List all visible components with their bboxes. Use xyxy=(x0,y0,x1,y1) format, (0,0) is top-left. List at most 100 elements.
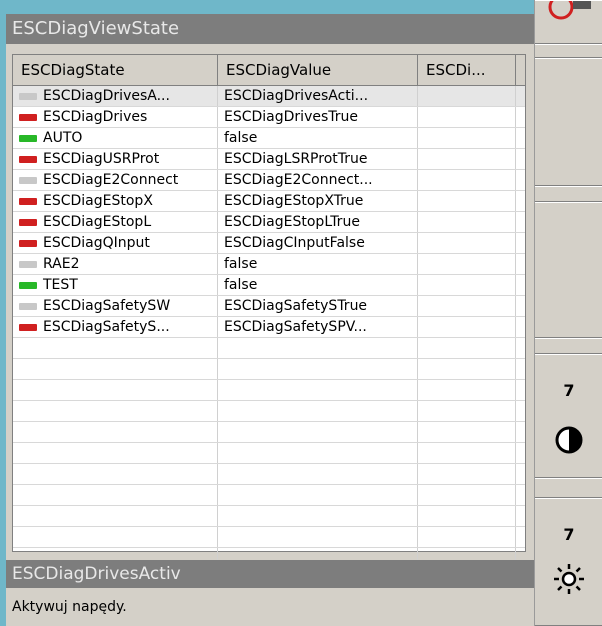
window-top-strip xyxy=(6,0,534,14)
side-button-blank-3[interactable] xyxy=(535,186,602,202)
state-label: ESCDiagDrivesA... xyxy=(43,88,170,104)
state-cell xyxy=(13,443,218,463)
table-row[interactable]: ESCDiagDrivesA... ESCDiagDrivesActi... xyxy=(13,86,525,107)
state-cell: ESCDiagEStopX xyxy=(13,191,218,211)
extra-cell xyxy=(418,359,516,379)
extra-cell xyxy=(418,149,516,169)
table-row[interactable]: RAE2 false xyxy=(13,254,525,275)
value-cell: ESCDiagSafetySPV... xyxy=(218,317,418,337)
extra-cell xyxy=(418,401,516,421)
state-cell xyxy=(13,338,218,358)
state-cell: TEST xyxy=(13,275,218,295)
state-label: ESCDiagSafetySW xyxy=(43,298,171,314)
contrast-icon xyxy=(555,426,583,454)
value-cell xyxy=(218,464,418,484)
table-body: ESCDiagDrivesA... ESCDiagDrivesActi... ESC… xyxy=(13,86,525,569)
value-cell: ESCDiagEStopXTrue xyxy=(218,191,418,211)
column-header-state[interactable]: ESCDiagState xyxy=(13,55,218,85)
extra-cell xyxy=(418,128,516,148)
status-lamp-icon xyxy=(19,260,37,268)
value-cell: ESCDiagSafetySTrue xyxy=(218,296,418,316)
empty-table-row[interactable] xyxy=(13,527,525,548)
window-border xyxy=(0,0,6,626)
alarm-button[interactable] xyxy=(535,0,602,44)
state-cell xyxy=(13,485,218,505)
extra-cell xyxy=(418,317,516,337)
value-cell xyxy=(218,527,418,547)
status-lamp-icon xyxy=(19,197,37,205)
empty-table-row[interactable] xyxy=(13,443,525,464)
value-cell: ESCDiagE2Connect... xyxy=(218,170,418,190)
table-row[interactable]: ESCDiagEStopX ESCDiagEStopXTrue xyxy=(13,191,525,212)
state-cell: RAE2 xyxy=(13,254,218,274)
column-header-extra[interactable]: ESCDi... xyxy=(418,55,516,85)
state-cell: ESCDiagDrivesA... xyxy=(13,86,218,106)
table-row[interactable]: ESCDiagDrives ESCDiagDrivesTrue xyxy=(13,107,525,128)
value-cell: ESCDiagDrivesTrue xyxy=(218,107,418,127)
side-button-blank-6[interactable] xyxy=(535,478,602,498)
table-row[interactable]: ESCDiagQInput ESCDiagCInputFalse xyxy=(13,233,525,254)
alarm-icon xyxy=(548,1,591,20)
state-cell xyxy=(13,506,218,526)
column-header-value[interactable]: ESCDiagValue xyxy=(218,55,418,85)
empty-table-row[interactable] xyxy=(13,485,525,506)
extra-cell xyxy=(418,233,516,253)
extra-cell xyxy=(418,254,516,274)
state-cell: ESCDiagDrives xyxy=(13,107,218,127)
state-cell xyxy=(13,380,218,400)
status-lamp-icon xyxy=(19,323,37,331)
empty-table-row[interactable] xyxy=(13,380,525,401)
value-cell xyxy=(218,422,418,442)
status-lamp-icon xyxy=(19,176,37,184)
extra-cell xyxy=(418,212,516,232)
value-cell: ESCDiagCInputFalse xyxy=(218,233,418,253)
table-row[interactable]: AUTO false xyxy=(13,128,525,149)
state-label: ESCDiagE2Connect xyxy=(43,172,179,188)
empty-table-row[interactable] xyxy=(13,422,525,443)
table-row[interactable]: ESCDiagSafetySW ESCDiagSafetySTrue xyxy=(13,296,525,317)
value-cell xyxy=(218,401,418,421)
value-cell xyxy=(218,338,418,358)
status-lamp-icon xyxy=(19,134,37,142)
state-label: ESCDiagSafetyS... xyxy=(43,319,170,335)
side-button-blank-2[interactable] xyxy=(535,58,602,186)
extra-cell xyxy=(418,527,516,547)
table-row[interactable]: ESCDiagUSRProt ESCDiagLSRProtTrue xyxy=(13,149,525,170)
app-window: ESCDiagViewState ESCDiagState ESCDiagVal… xyxy=(0,0,602,626)
empty-table-row[interactable] xyxy=(13,338,525,359)
extra-cell xyxy=(418,485,516,505)
table-row[interactable]: ESCDiagEStopL ESCDiagEStopLTrue xyxy=(13,212,525,233)
empty-table-row[interactable] xyxy=(13,401,525,422)
status-lamp-icon xyxy=(19,113,37,121)
state-label: RAE2 xyxy=(43,256,80,272)
side-button-blank-1[interactable] xyxy=(535,44,602,58)
status-lamp-icon xyxy=(19,239,37,247)
table-header: ESCDiagState ESCDiagValue ESCDi... xyxy=(13,55,525,86)
value-cell xyxy=(218,359,418,379)
contrast-button[interactable]: 7 xyxy=(535,354,602,478)
extra-cell xyxy=(418,296,516,316)
table-row[interactable]: ESCDiagE2Connect ESCDiagE2Connect... xyxy=(13,170,525,191)
brightness-button[interactable]: 7 xyxy=(535,498,602,626)
empty-table-row[interactable] xyxy=(13,464,525,485)
extra-cell xyxy=(418,191,516,211)
extra-cell xyxy=(418,338,516,358)
diag-state-table[interactable]: ESCDiagState ESCDiagValue ESCDi... ESCDi… xyxy=(12,54,526,569)
extra-cell xyxy=(418,422,516,442)
state-cell: ESCDiagSafetySW xyxy=(13,296,218,316)
table-row[interactable]: TEST false xyxy=(13,275,525,296)
value-cell: ESCDiagLSRProtTrue xyxy=(218,149,418,169)
extra-cell xyxy=(418,506,516,526)
table-row[interactable]: ESCDiagSafetyS... ESCDiagSafetySPV... xyxy=(13,317,525,338)
view-title: ESCDiagViewState xyxy=(6,14,534,44)
state-cell xyxy=(13,464,218,484)
extra-cell xyxy=(418,443,516,463)
empty-table-row[interactable] xyxy=(13,506,525,527)
selected-item-description: Aktywuj napędy. xyxy=(6,592,534,622)
state-label: ESCDiagEStopL xyxy=(43,214,152,230)
state-cell: ESCDiagEStopL xyxy=(13,212,218,232)
side-button-blank-4[interactable] xyxy=(535,202,602,338)
empty-table-row[interactable] xyxy=(13,359,525,380)
side-button-blank-5[interactable] xyxy=(535,338,602,354)
state-cell: AUTO xyxy=(13,128,218,148)
